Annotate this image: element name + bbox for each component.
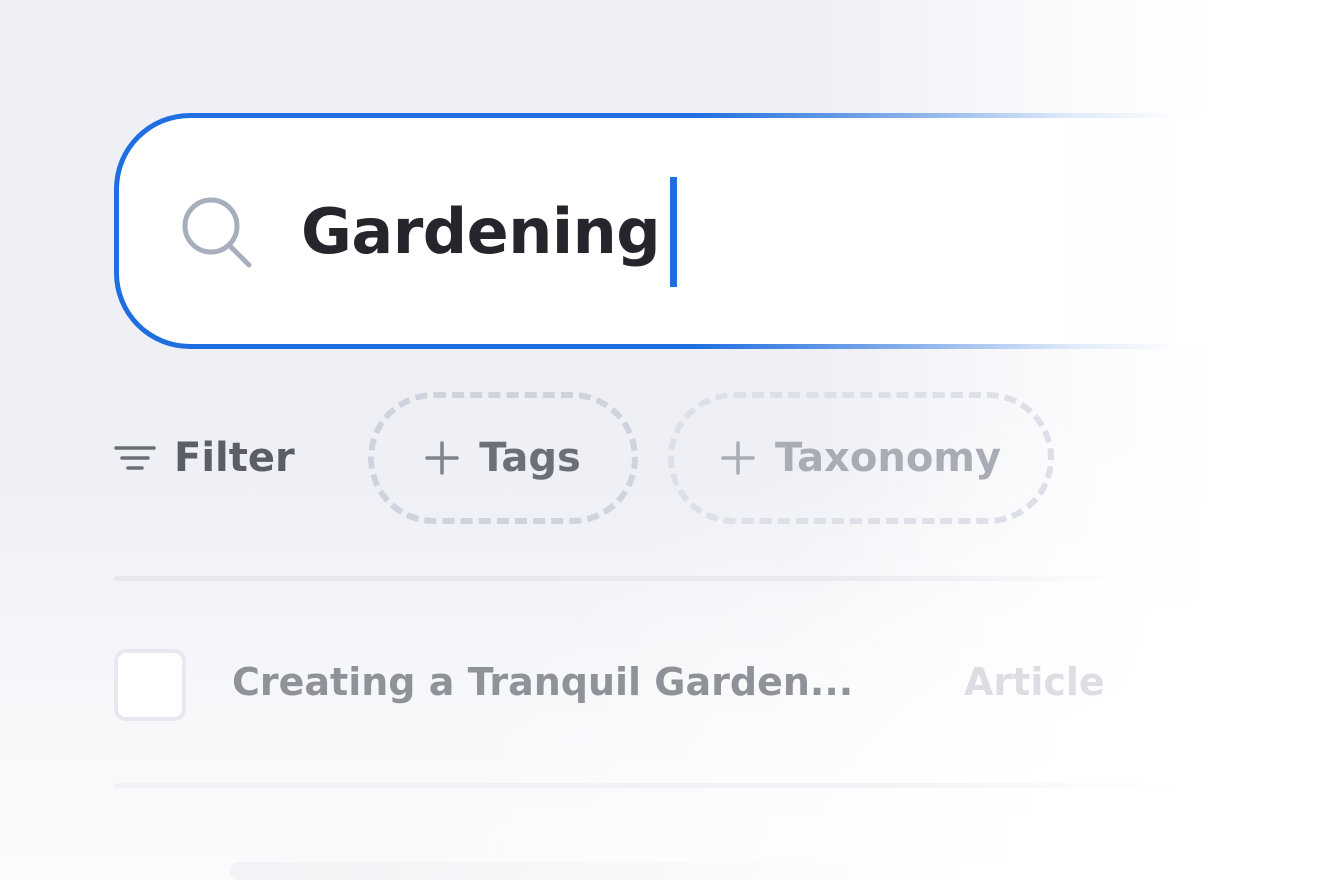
row-title[interactable]: Creating a Tranquil Garden...	[232, 660, 853, 704]
search-input-field[interactable]: Gardening	[119, 118, 1224, 344]
row-type-label: Article	[964, 660, 1105, 704]
filter-label: Filter	[174, 435, 295, 481]
list-divider	[114, 576, 1124, 581]
list-divider	[114, 783, 1184, 788]
search-icon	[182, 197, 252, 268]
text-caret	[670, 177, 678, 287]
tags-chip-label: Tags	[479, 435, 581, 481]
add-tags-chip[interactable]: Tags	[368, 392, 638, 524]
filter-bar: Filter Tags Taxonomy	[114, 392, 1074, 524]
filter-lines-icon	[114, 446, 156, 470]
search-query-text[interactable]: Gardening	[301, 194, 661, 270]
filter-button[interactable]: Filter	[114, 430, 295, 486]
add-taxonomy-chip[interactable]: Taxonomy	[668, 392, 1054, 524]
plus-icon	[425, 441, 459, 475]
taxonomy-chip-label: Taxonomy	[774, 435, 1002, 481]
list-item-placeholder	[230, 862, 930, 880]
row-checkbox[interactable]	[114, 649, 186, 721]
table-row[interactable]: Creating a Tranquil Garden... Article	[114, 648, 1114, 724]
search-bar[interactable]: Gardening	[114, 113, 1224, 349]
plus-icon	[721, 441, 755, 475]
